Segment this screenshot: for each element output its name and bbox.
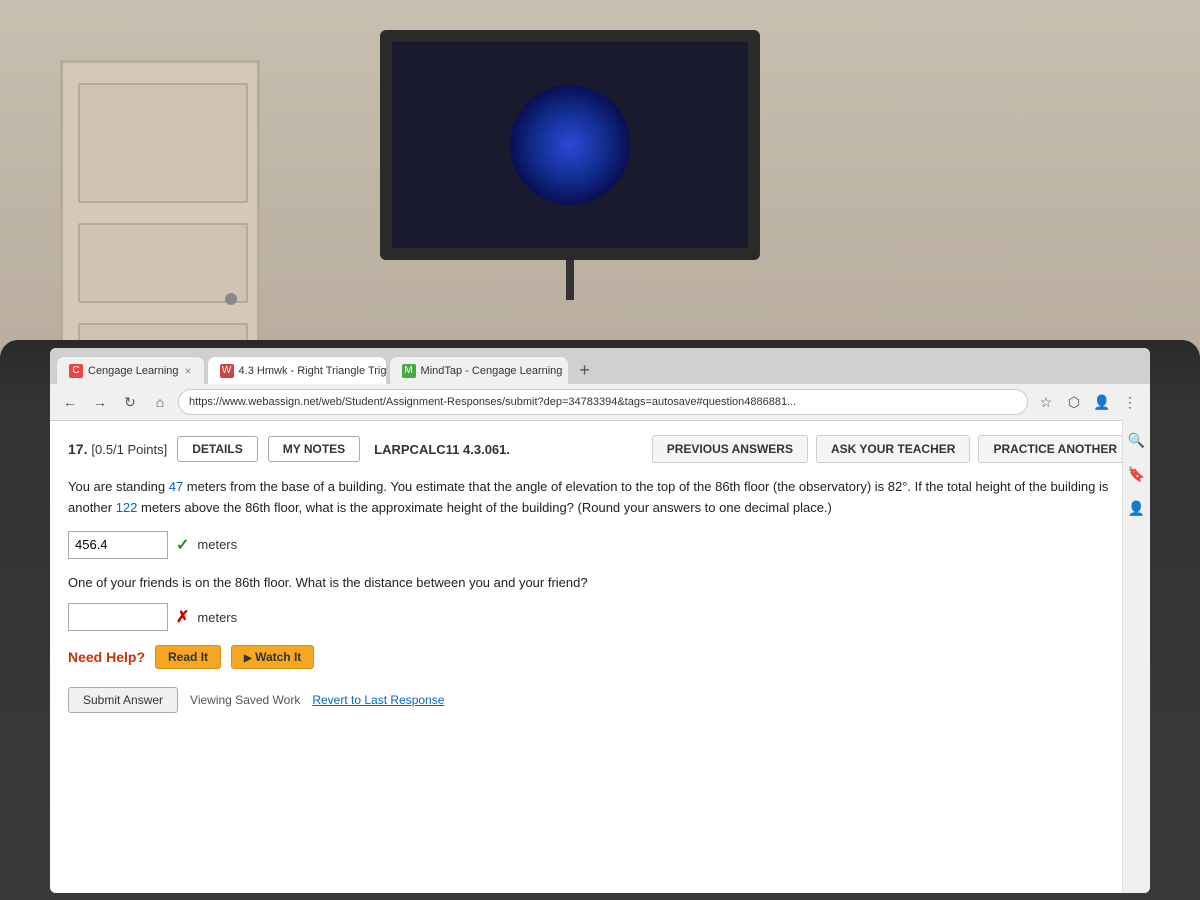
new-tab-button[interactable]: +: [571, 356, 599, 384]
ask-teacher-button[interactable]: ASK YOUR TEACHER: [816, 435, 970, 463]
page-content: 17. [0.5/1 Points] DETAILS MY NOTES LARP…: [50, 421, 1150, 893]
wrong-mark: ✗: [176, 607, 189, 627]
unit-label-1: meters: [197, 537, 237, 552]
tv-glow: [510, 85, 630, 205]
my-notes-button[interactable]: MY NOTES: [268, 436, 360, 462]
home-button[interactable]: ⌂: [148, 390, 172, 414]
watch-it-button[interactable]: ▶ Watch It: [231, 645, 314, 669]
tab-label-webassign: 4.3 Hmwk - Right Triangle Trigon: [239, 365, 387, 377]
sidebar-right: 🔍 🔖 👤: [1122, 420, 1150, 893]
answer-row-1: ✓ meters: [68, 531, 1132, 559]
menu-button[interactable]: ⋮: [1118, 390, 1142, 414]
door-panel-top: [78, 83, 248, 203]
details-button[interactable]: DETAILS: [177, 436, 257, 462]
laptop-screen: C Cengage Learning × W 4.3 Hmwk - Right …: [50, 348, 1150, 893]
tab-cengage[interactable]: C Cengage Learning ×: [56, 356, 205, 384]
footer-row: Submit Answer Viewing Saved Work Revert …: [68, 687, 1132, 713]
question-text-part1: You are standing 47 meters from the base…: [68, 477, 1132, 519]
question-number: 17. [0.5/1 Points]: [68, 441, 167, 457]
browser-toolbar: ← → ↻ ⌂ ☆ ⬡ 👤 ⋮: [50, 384, 1150, 420]
answer-input-1[interactable]: [68, 531, 168, 559]
assignment-code: LARPCALC11 4.3.061.: [374, 442, 510, 457]
tv-screen: [380, 30, 760, 260]
answer-row-2: ✗ meters: [68, 603, 1132, 631]
tv: [380, 30, 760, 260]
read-it-button[interactable]: Read It: [155, 645, 221, 669]
unit-label-2: meters: [197, 610, 237, 625]
reload-button[interactable]: ↻: [118, 390, 142, 414]
tab-label-cengage: Cengage Learning: [88, 365, 179, 377]
tab-icon-webassign: W: [220, 364, 234, 378]
previous-answers-button[interactable]: PREVIOUS ANSWERS: [652, 435, 808, 463]
door-knob: [225, 293, 237, 305]
address-bar[interactable]: [178, 389, 1028, 415]
laptop: C Cengage Learning × W 4.3 Hmwk - Right …: [0, 340, 1200, 900]
tab-close-cengage[interactable]: ×: [185, 364, 192, 378]
sidebar-icon-user[interactable]: 👤: [1127, 498, 1147, 518]
answer-input-2[interactable]: [68, 603, 168, 631]
question-text-part2: One of your friends is on the 86th floor…: [68, 573, 1132, 594]
tab-label-mindtap: MindTap - Cengage Learning: [421, 365, 563, 377]
correct-mark: ✓: [176, 535, 189, 555]
star-button[interactable]: ☆: [1034, 390, 1058, 414]
door-panel-mid: [78, 223, 248, 303]
submit-button[interactable]: Submit Answer: [68, 687, 178, 713]
tab-mindtap[interactable]: M MindTap - Cengage Learning ×: [389, 356, 569, 384]
tab-icon-cengage: C: [69, 364, 83, 378]
toolbar-actions: ☆ ⬡ 👤 ⋮: [1034, 390, 1142, 414]
browser-chrome: C Cengage Learning × W 4.3 Hmwk - Right …: [50, 348, 1150, 421]
revert-link[interactable]: Revert to Last Response: [312, 693, 444, 707]
sidebar-icon-bookmark[interactable]: 🔖: [1127, 464, 1147, 484]
sidebar-icon-search[interactable]: 🔍: [1127, 430, 1147, 450]
watch-icon: ▶: [244, 653, 252, 664]
question-header: 17. [0.5/1 Points] DETAILS MY NOTES LARP…: [68, 435, 1132, 463]
extensions-button[interactable]: ⬡: [1062, 390, 1086, 414]
profile-button[interactable]: 👤: [1090, 390, 1114, 414]
action-buttons: PREVIOUS ANSWERS ASK YOUR TEACHER PRACTI…: [652, 435, 1132, 463]
tab-icon-mindtap: M: [402, 364, 416, 378]
back-button[interactable]: ←: [58, 390, 82, 414]
need-help-label: Need Help?: [68, 649, 145, 665]
practice-another-button[interactable]: PRACTICE ANOTHER: [978, 435, 1132, 463]
viewing-text: Viewing Saved Work: [190, 693, 300, 707]
forward-button[interactable]: →: [88, 390, 112, 414]
need-help-row: Need Help? Read It ▶ Watch It: [68, 645, 1132, 669]
browser-tabs: C Cengage Learning × W 4.3 Hmwk - Right …: [50, 348, 1150, 384]
tv-stand: [566, 260, 574, 300]
highlight-122: 122: [116, 500, 138, 515]
highlight-47: 47: [169, 479, 183, 494]
tab-webassign[interactable]: W 4.3 Hmwk - Right Triangle Trigon ×: [207, 356, 387, 384]
